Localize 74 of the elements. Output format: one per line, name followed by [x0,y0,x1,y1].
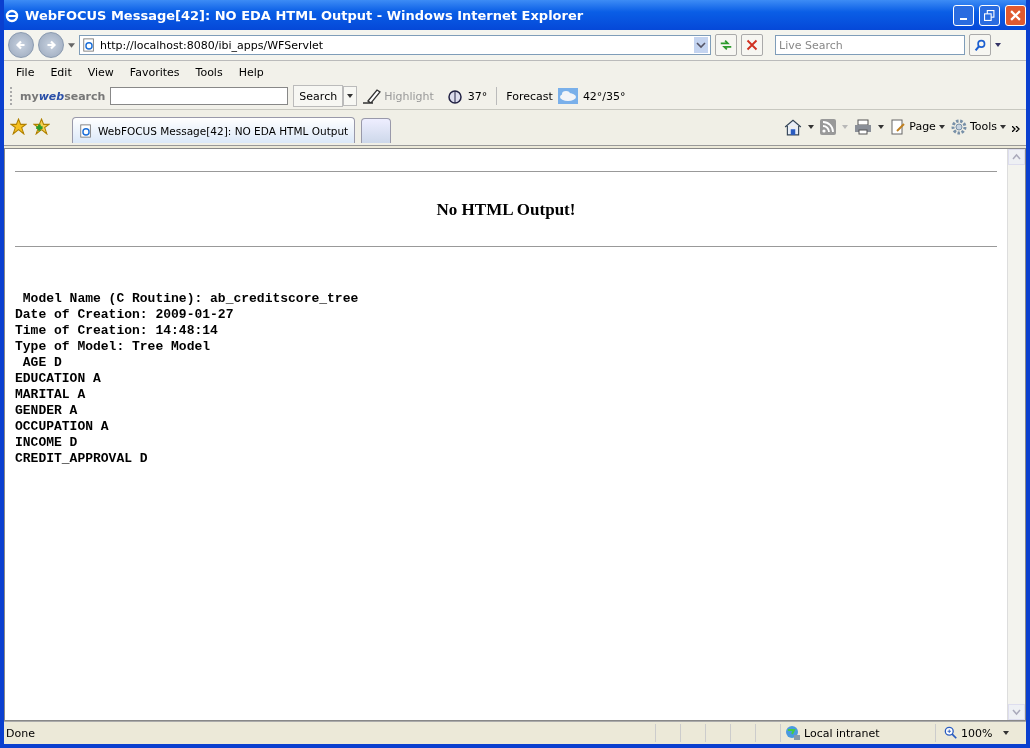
page-icon [82,38,96,52]
forward-button[interactable] [38,32,64,58]
restore-icon [984,9,995,21]
caret-icon[interactable] [808,124,815,129]
zoom-control[interactable]: 100% [935,724,1024,742]
security-zone[interactable]: Local intranet [780,724,935,742]
toolbar-grip[interactable] [10,87,15,105]
text-line: CREDIT_APPROVAL D [15,451,148,467]
search-button[interactable]: Search [293,85,344,107]
menu-item[interactable]: Edit [50,65,72,79]
browser-logo-icon [4,7,20,23]
text-line: Model Name (C Routine): ab_creditscore_tree [21,291,359,307]
page-icon [79,123,93,138]
window-title: WebFOCUS Message[42]: NO EDA HTML Output - Windows Internet Explorer [25,7,584,23]
text-line: EDUCATION A [15,371,101,387]
status-text: Done [6,726,35,740]
favorites-star-icon[interactable] [10,118,27,135]
pen-icon [362,88,383,104]
text-line: AGE D [21,355,62,371]
text-line: Date of Creation: 2009-01-27 [15,307,234,323]
stop-icon [746,39,758,51]
home-icon[interactable] [784,117,803,136]
minimize-button[interactable] [953,4,974,26]
logo: mywebsearch [20,89,106,103]
new-tab-button[interactable] [361,118,392,143]
text-line: OCCUPATION A [15,419,109,435]
forecast-label[interactable]: Forecast [506,89,553,103]
menu-item[interactable]: File [16,65,35,79]
menu-item[interactable]: Favorites [129,65,180,79]
address-field[interactable]: http://localhost:8080/ibi_apps/WFServlet [79,35,711,55]
page-menu-button[interactable]: Page [890,118,945,135]
caret-icon [347,94,354,98]
page-heading: No HTML Output! [435,200,577,220]
caret-icon [938,124,945,129]
refresh-button[interactable] [715,34,737,56]
feed-icon[interactable] [820,118,837,135]
page-edit-icon [890,118,907,135]
text-line: MARITAL A [15,387,86,403]
stop-button[interactable] [741,34,763,56]
close-button[interactable] [1005,4,1026,26]
menu-item[interactable]: Help [238,65,264,79]
browser-tab[interactable]: WebFOCUS Message[42]: NO EDA HTML Output [72,117,356,143]
globe-icon [785,725,801,741]
caret-icon[interactable] [878,124,885,129]
text-line: Type of Model: Tree Model [15,339,211,355]
gear-icon [950,118,967,135]
zoom-icon [944,726,958,740]
caret-icon [1000,124,1006,129]
chevron-icon[interactable] [1012,125,1020,132]
refresh-icon [719,38,733,52]
dropdown-button[interactable] [343,86,358,106]
caret-icon [1003,731,1010,735]
minimize-icon [960,18,967,20]
text-line: INCOME D [15,435,78,451]
back-button[interactable] [8,32,34,58]
text-line: Time of Creation: 14:48:14 [15,323,218,339]
restore-button[interactable] [979,4,1000,26]
caret-icon[interactable] [68,42,75,48]
caret-icon[interactable] [995,43,1001,47]
temperature[interactable]: 37° [467,89,488,103]
menu-item[interactable]: View [87,65,114,79]
back-arrow-icon [14,38,28,52]
forecast-temperature[interactable]: 42°/35° [582,89,626,103]
printer-icon[interactable] [854,118,873,135]
search-button[interactable] [969,34,991,56]
search-icon [973,38,987,52]
add-favorite-icon[interactable] [33,118,50,135]
close-icon [1010,9,1021,21]
tools-menu-button[interactable]: Tools [950,118,1006,135]
cloud-icon [557,88,578,104]
toolbar-search-field[interactable] [110,87,289,105]
menu-item[interactable]: Tools [195,65,223,79]
text-line: GENDER A [15,403,78,419]
search-field[interactable]: Live Search [775,35,965,55]
